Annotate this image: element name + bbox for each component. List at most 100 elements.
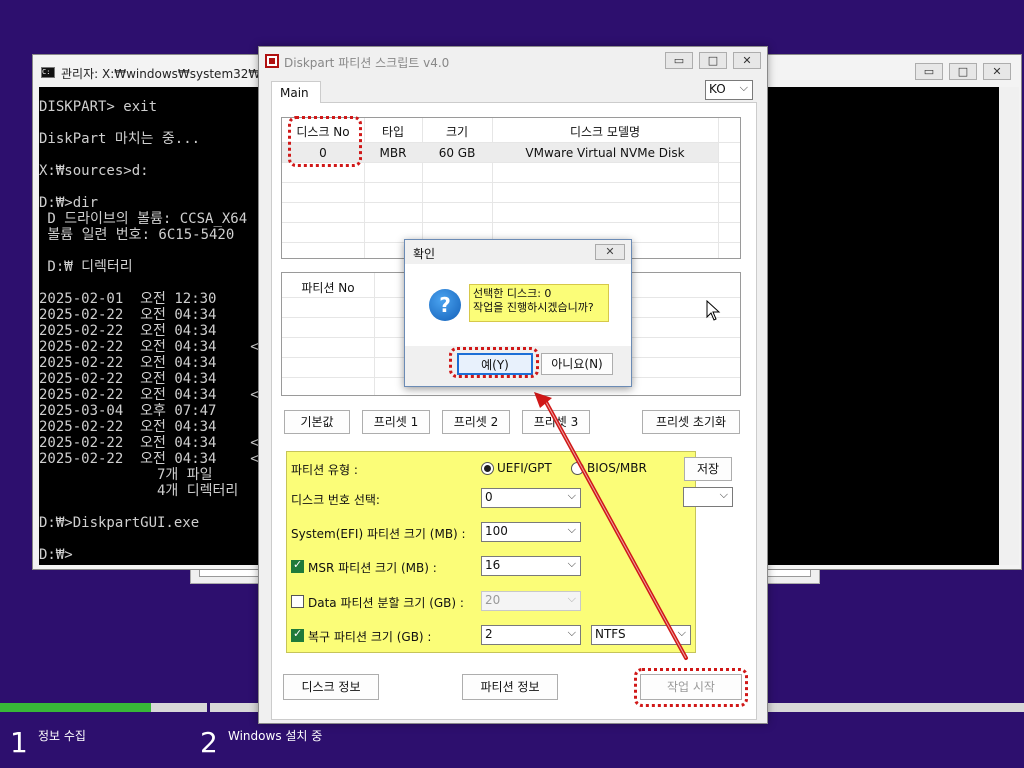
step-label-2: Windows 설치 중 xyxy=(228,729,323,743)
chevron-down-icon: ⌵ xyxy=(677,626,686,639)
disk-select-label: 디스크 번호 선택: xyxy=(291,493,380,507)
cmd-app-icon: C: xyxy=(41,67,55,78)
data-partition-value: 20 xyxy=(485,593,501,607)
col-header-size[interactable]: 크기 xyxy=(422,123,492,140)
tab-main[interactable]: Main xyxy=(271,81,321,103)
annotation-disk-no-highlight xyxy=(288,116,362,167)
language-value: KO xyxy=(709,82,726,96)
partition-type-label: 파티션 유형 : xyxy=(291,463,358,477)
msr-checkbox[interactable] xyxy=(291,558,304,573)
annotation-start-highlight xyxy=(634,668,748,707)
cell-model: VMware Virtual NVMe Disk xyxy=(525,146,685,160)
dialog-message: 선택한 디스크: 0 작업을 진행하시겠습니까? xyxy=(469,284,609,322)
uefi-radio[interactable] xyxy=(481,462,494,475)
recovery-size-value: 2 xyxy=(485,627,493,641)
question-icon: ? xyxy=(429,289,461,321)
dialog-message-line-1: 선택한 디스크: 0 xyxy=(473,287,552,300)
efi-size-value: 100 xyxy=(485,524,508,538)
cell-size: 60 GB xyxy=(438,146,476,160)
msr-size-label: MSR 파티션 크기 (MB) : xyxy=(308,561,437,575)
recovery-size-select[interactable]: 2 ⌵ xyxy=(481,625,581,645)
preset-1-button[interactable]: 프리셋 1 xyxy=(362,410,430,434)
bios-radio[interactable] xyxy=(571,462,584,475)
efi-size-select[interactable]: 100 ⌵ xyxy=(481,522,581,542)
annotation-yes-highlight xyxy=(449,347,539,378)
console-line: D:₩>DiskpartGUI.exe xyxy=(39,515,200,531)
data-partition-label: Data 파티션 분할 크기 (GB) : xyxy=(308,596,464,610)
dp-minimize-button[interactable]: ▭ xyxy=(665,52,693,69)
mouse-cursor-icon xyxy=(706,300,721,321)
step-number-1: 1 xyxy=(10,726,28,759)
console-line: 2025-02-22 오전 04:34 <D xyxy=(39,451,268,467)
minimize-icon: ▭ xyxy=(923,65,935,78)
close-button[interactable]: ✕ xyxy=(983,63,1011,80)
data-partition-select[interactable]: 20 ⌵ xyxy=(481,591,581,611)
step-number-2: 2 xyxy=(200,726,218,759)
save-button[interactable]: 저장 xyxy=(684,457,732,481)
col-header-type[interactable]: 타입 xyxy=(364,123,422,140)
diskpart-titlebar[interactable]: Diskpart 파티션 스크립트 v4.0 ▭ □ ✕ xyxy=(259,47,767,77)
col-header-model[interactable]: 디스크 모델명 xyxy=(492,123,718,140)
dialog-message-line-2: 작업을 진행하시겠습니까? xyxy=(473,301,594,314)
console-line: 2025-02-22 오전 04:34 xyxy=(39,419,217,435)
language-select[interactable]: KO ⌵ xyxy=(705,80,753,100)
console-line: D:₩> xyxy=(39,547,73,563)
data-partition-checkbox[interactable] xyxy=(291,595,304,608)
disk-select[interactable]: 0 ⌵ xyxy=(481,488,581,508)
recovery-checkbox[interactable] xyxy=(291,627,304,642)
progress-separator xyxy=(207,703,210,712)
bios-label[interactable]: BIOS/MBR xyxy=(587,461,647,475)
console-line: 2025-02-01 오전 12:30 xyxy=(39,291,217,307)
msr-size-select[interactable]: 16 ⌵ xyxy=(481,556,581,576)
console-line: D:₩>dir xyxy=(39,195,99,211)
maximize-button[interactable]: □ xyxy=(949,63,977,80)
chevron-down-icon: ⌵ xyxy=(567,489,576,502)
chevron-down-icon: ⌵ xyxy=(567,557,576,570)
chevron-down-icon: ⌵ xyxy=(567,626,576,639)
preset-reset-button[interactable]: 프리셋 초기화 xyxy=(642,410,740,434)
dp-close-button[interactable]: ✕ xyxy=(733,52,761,69)
preset-default-button[interactable]: 기본값 xyxy=(284,410,350,434)
console-line: 2025-02-22 오전 04:34 xyxy=(39,355,217,371)
minimize-icon: ▭ xyxy=(673,54,685,67)
maximize-icon: □ xyxy=(957,65,969,78)
disk-select-value: 0 xyxy=(485,490,493,504)
partition-options-panel xyxy=(286,451,696,653)
filesystem-value: NTFS xyxy=(595,627,626,641)
chevron-down-icon: ⌵ xyxy=(567,592,576,605)
uefi-label[interactable]: UEFI/GPT xyxy=(497,461,552,475)
col-header-partition-no[interactable]: 파티션 No xyxy=(282,279,374,296)
preset-3-button[interactable]: 프리셋 3 xyxy=(522,410,590,434)
console-line: 2025-02-22 오전 04:34 xyxy=(39,323,217,339)
recovery-size-label: 복구 파티션 크기 (GB) : xyxy=(308,630,432,644)
console-line: 2025-02-22 오전 04:34 <D xyxy=(39,435,268,451)
setup-progress-fill xyxy=(0,703,152,712)
partition-info-button[interactable]: 파티션 정보 xyxy=(462,674,558,700)
chevron-down-icon: ⌵ xyxy=(719,488,728,501)
diskpart-title: Diskpart 파티션 스크립트 v4.0 xyxy=(284,56,450,70)
preset-slot-select[interactable]: ⌵ xyxy=(683,487,733,507)
preset-2-button[interactable]: 프리셋 2 xyxy=(442,410,510,434)
dialog-close-button[interactable]: ✕ xyxy=(595,244,625,260)
console-line: 4개 디렉터리 xyxy=(39,483,239,499)
console-line: 7개 파일 xyxy=(39,467,213,483)
no-button[interactable]: 아니요(N) xyxy=(541,353,613,375)
console-line: DISKPART> exit xyxy=(39,99,158,115)
disk-info-button[interactable]: 디스크 정보 xyxy=(283,674,379,700)
dialog-titlebar[interactable]: 확인 ✕ xyxy=(405,240,631,264)
close-icon: ✕ xyxy=(992,65,1002,78)
cmd-scrollbar[interactable] xyxy=(999,87,1019,565)
filesystem-select[interactable]: NTFS ⌵ xyxy=(591,625,691,645)
console-line: 2025-03-04 오후 07:47 xyxy=(39,403,217,419)
minimize-button[interactable]: ▭ xyxy=(915,63,943,80)
msr-size-value: 16 xyxy=(485,558,501,572)
chevron-down-icon: ⌵ xyxy=(739,81,748,94)
dp-maximize-button[interactable]: □ xyxy=(699,52,727,69)
console-line: DiskPart 마치는 중... xyxy=(39,131,201,147)
diskpart-app-icon xyxy=(265,54,279,68)
cell-type: MBR xyxy=(379,146,407,160)
dialog-title: 확인 xyxy=(413,247,436,261)
maximize-icon: □ xyxy=(707,54,719,67)
console-line: D:₩ 디렉터리 xyxy=(39,259,133,275)
step-label-1: 정보 수집 xyxy=(38,729,86,743)
